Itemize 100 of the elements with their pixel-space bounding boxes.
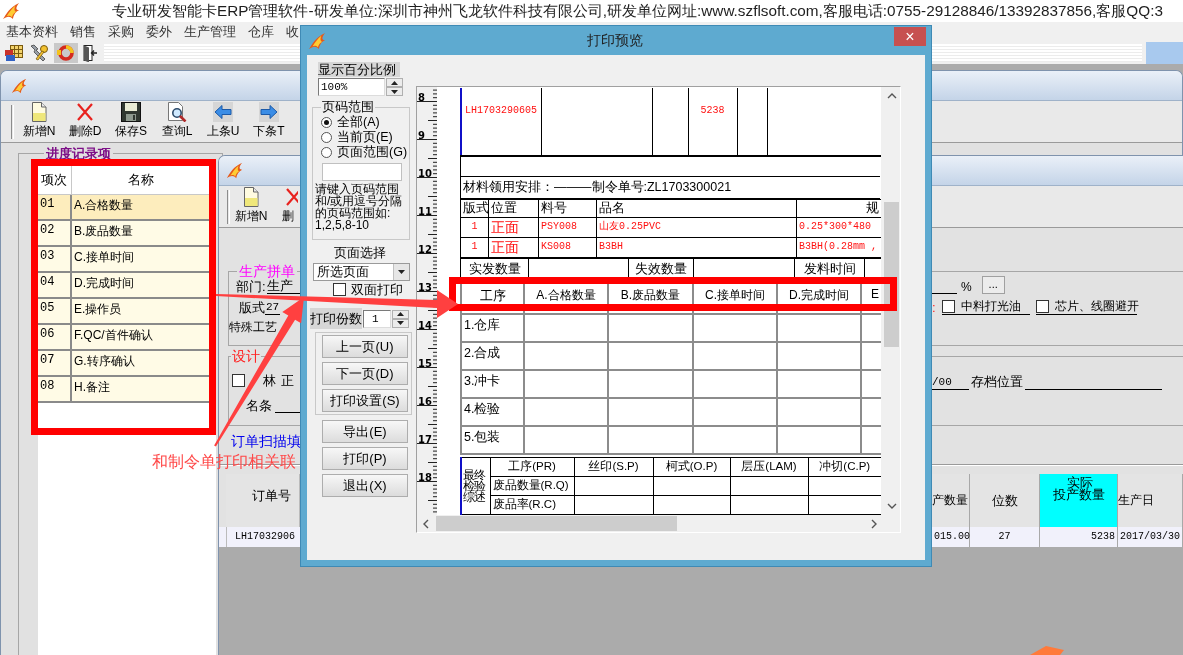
- scrollbar-thumb[interactable]: [436, 516, 677, 531]
- spin-up-button[interactable]: [386, 78, 403, 87]
- caret-down-icon: [398, 270, 405, 274]
- button[interactable]: 下一页(D): [322, 362, 408, 385]
- page-select-dropdown[interactable]: 所选页面: [313, 263, 410, 281]
- table-row[interactable]: 05 E.操作员: [38, 299, 210, 325]
- link[interactable]: 订单扫描填: [231, 434, 301, 449]
- table-cell-text: D.完成时间: [73, 275, 135, 292]
- page-range-field[interactable]: [322, 163, 402, 181]
- toolbar-button[interactable]: 新增N: [233, 187, 269, 226]
- spin-down-button[interactable]: [386, 87, 403, 96]
- chevron-down-icon[interactable]: [886, 502, 897, 510]
- column-header: 丝印(S.P): [574, 457, 653, 477]
- copies-field[interactable]: 1: [363, 309, 391, 328]
- chevron-up-icon[interactable]: [886, 92, 897, 100]
- radio-button[interactable]: [321, 147, 332, 158]
- close-button[interactable]: ×: [894, 26, 926, 46]
- button[interactable]: 退出(X): [322, 474, 408, 497]
- table-cell: 3.冲卡: [461, 370, 524, 398]
- table-cell: 1: [460, 237, 489, 258]
- table-cell-text: G.转序确认: [73, 353, 136, 370]
- zoom-field[interactable]: 100%: [318, 78, 385, 96]
- flame-icon: [226, 162, 243, 179]
- toolbar-button[interactable]: 删除D: [62, 102, 108, 141]
- table-row[interactable]: 04 D.完成时间: [38, 273, 210, 299]
- menu-item[interactable]: 收: [286, 23, 299, 41]
- column-header: 层压(LAM): [730, 457, 808, 477]
- checkbox[interactable]: [1035, 299, 1049, 313]
- table-cell: 06: [38, 325, 72, 349]
- menu-item[interactable]: 采购: [108, 23, 134, 41]
- exit-door-icon[interactable]: [82, 44, 98, 62]
- table-row[interactable]: 02 B.废品数量: [38, 221, 210, 247]
- toolbar-button[interactable]: 删: [282, 187, 299, 226]
- button[interactable]: 打印设置(S): [322, 389, 408, 412]
- table-cell: 04: [38, 273, 72, 297]
- ruler-label: 11: [418, 206, 432, 217]
- radio-button[interactable]: [321, 117, 332, 128]
- field-label: 存档位置: [971, 374, 1023, 391]
- more-button[interactable]: ...: [981, 276, 1005, 294]
- radio-option[interactable]: 全部(A): [321, 115, 409, 130]
- group-title: 页码范围: [321, 100, 375, 114]
- field-label: 版式: [239, 299, 265, 315]
- search-icon: [167, 101, 187, 122]
- column-header: 位置: [488, 199, 539, 218]
- table-cell: 4.检验: [461, 398, 524, 426]
- chevron-left-icon[interactable]: [422, 518, 430, 529]
- table-cell: LH1703290605: [461, 88, 541, 156]
- checkbox-option[interactable]: 中料打光油: [941, 299, 1030, 315]
- toolbar-button[interactable]: 保存S: [108, 102, 154, 141]
- caret-down-icon: [391, 89, 398, 94]
- input-field[interactable]: 生产: [266, 279, 300, 294]
- spin-down-button[interactable]: [392, 318, 409, 328]
- table-cell: 07: [38, 351, 72, 375]
- cross-icon: [285, 186, 298, 207]
- unit-label: %: [961, 280, 972, 294]
- table-icon[interactable]: [4, 44, 24, 62]
- button[interactable]: 打印(P): [322, 447, 408, 470]
- ruler-label: 12: [418, 244, 432, 255]
- field-label: 名条: [246, 398, 272, 413]
- spin-up-button[interactable]: [392, 309, 409, 319]
- chevron-right-icon[interactable]: [870, 518, 878, 529]
- table-cell-text: A.合格数量: [73, 197, 135, 214]
- checkbox[interactable]: [232, 374, 245, 387]
- menu-item[interactable]: 基本资料: [6, 23, 58, 41]
- toolbar-button[interactable]: 上条U: [200, 102, 246, 141]
- radio-option[interactable]: 页面范围(G): [321, 145, 409, 160]
- checkbox-option[interactable]: 双面打印: [333, 283, 403, 296]
- table-cell: 03: [38, 247, 72, 271]
- menu-item[interactable]: 销售: [70, 23, 96, 41]
- ruler-label: 16: [418, 396, 432, 407]
- table-cell: B3BH: [596, 237, 797, 258]
- checkbox[interactable]: [941, 299, 955, 313]
- column-header: 实际投产数量: [1040, 474, 1118, 527]
- left-arrow-icon: [213, 101, 233, 122]
- table-row[interactable]: 06 F.QC/首件确认: [38, 325, 210, 351]
- ruler-label: 14: [418, 320, 432, 331]
- table-cell: 山友0.25PVC: [596, 217, 797, 238]
- button[interactable]: 导出(E): [322, 420, 408, 443]
- table-cell: 1: [460, 217, 489, 238]
- toolbar-button[interactable]: 下条T: [246, 102, 292, 141]
- table-row[interactable]: 03 C.接单时间: [38, 247, 210, 273]
- table-row[interactable]: 08 H.备注: [38, 377, 210, 403]
- radio-option[interactable]: 当前页(E): [321, 130, 409, 145]
- button[interactable]: 上一页(U): [322, 335, 408, 358]
- table-cell: 2.合成: [461, 342, 524, 370]
- checkbox[interactable]: [333, 283, 346, 296]
- app-title: 专业研发智能卡ERP管理软件-研发单位:深圳市神州飞龙软件科技有限公司,研发单位网址:www.szflsoft.com,客服电话:0755-29128846/13392837856,客服QQ:3: [112, 0, 1163, 21]
- table-cell: 废品数量(R.Q): [490, 476, 574, 496]
- menu-item[interactable]: 委外: [146, 23, 172, 41]
- radio-button[interactable]: [321, 132, 332, 143]
- toolbar-button[interactable]: 查询L: [154, 102, 200, 141]
- checkbox-option[interactable]: 芯片、线圈避开: [1035, 299, 1137, 315]
- table-row[interactable]: 07 G.转序确认: [38, 351, 210, 377]
- table-row[interactable]: 01 A.合格数量: [38, 195, 210, 221]
- field-label: 林: [263, 373, 276, 388]
- menu-item[interactable]: 生产管理: [184, 23, 236, 41]
- menu-item[interactable]: 仓库: [248, 23, 274, 41]
- tools-icon[interactable]: [28, 44, 50, 62]
- toolbar-button[interactable]: 新增N: [16, 102, 62, 141]
- dropdown-button[interactable]: [393, 264, 409, 280]
